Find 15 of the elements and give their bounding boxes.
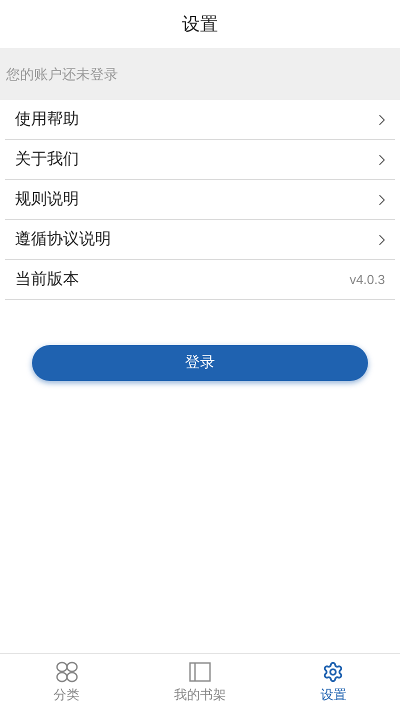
settings-row[interactable]: 关于我们: [5, 140, 395, 180]
login-button[interactable]: 登录: [32, 345, 368, 381]
login-status-text: 您的账户还未登录: [6, 64, 118, 84]
version-text: v4.0.3: [350, 270, 386, 289]
settings-row: 当前版本 v4.0.3: [5, 260, 395, 300]
tab-bar-item[interactable]: 设置: [266, 654, 400, 711]
tab-bar-item[interactable]: 我的书架: [133, 654, 267, 711]
settings-row[interactable]: 遵循协议说明: [5, 220, 395, 260]
settings-icon: [322, 660, 344, 683]
clover-icon: [54, 660, 79, 683]
page-title: 设置: [182, 12, 218, 36]
tab-bar-item[interactable]: 分类: [0, 654, 134, 711]
book-icon: [188, 660, 212, 683]
settings-row[interactable]: 使用帮助: [5, 100, 395, 140]
settings-row[interactable]: 规则说明: [5, 180, 395, 220]
